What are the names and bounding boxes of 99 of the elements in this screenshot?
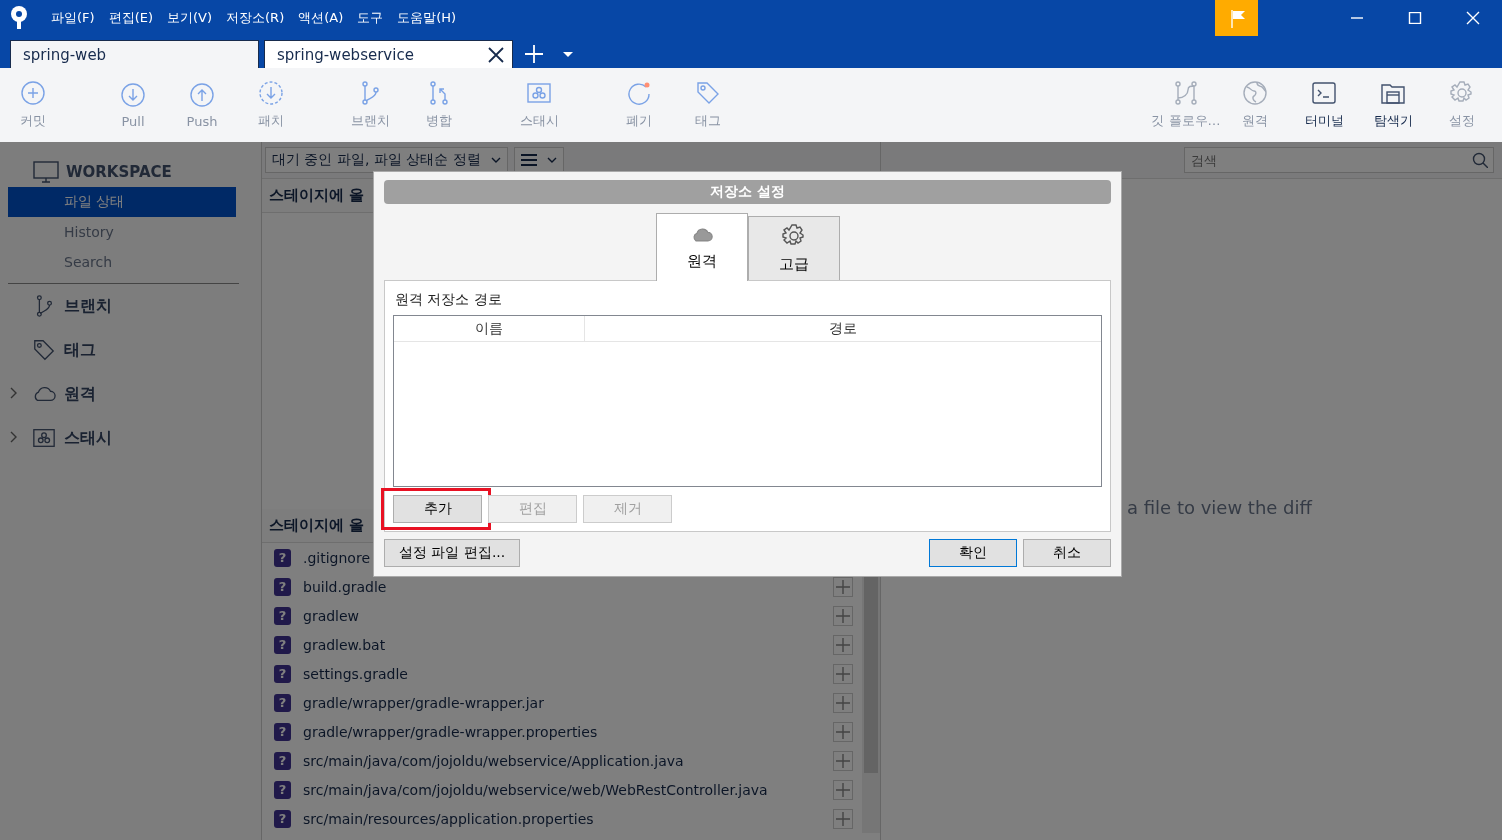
file-name[interactable]: build.gradle: [303, 578, 833, 595]
plus-icon: [836, 724, 850, 739]
plus-icon: [836, 579, 850, 594]
menu-item[interactable]: 도움말(H): [390, 9, 464, 27]
file-name[interactable]: settings.gradle: [303, 665, 833, 682]
search-field[interactable]: 검색: [1184, 147, 1494, 173]
sidebar-section[interactable]: 브랜치: [64, 295, 112, 317]
chevron-down-icon: [490, 157, 501, 163]
stage-button[interactable]: [833, 808, 853, 829]
repo-tab[interactable]: spring-web: [10, 40, 259, 68]
sort-dropdown[interactable]: 대기 중인 파일, 파일 상태순 정렬: [265, 147, 508, 173]
dialog-button[interactable]: 확인: [929, 539, 1017, 567]
toolbar-button[interactable]: 탐색기: [1360, 74, 1426, 136]
flag-button[interactable]: [1215, 0, 1258, 36]
plus-icon: [836, 637, 850, 652]
monitor-icon: [32, 159, 60, 185]
stage-button[interactable]: [833, 692, 853, 713]
status-badge: ?: [274, 780, 291, 799]
dashed-download-icon: [258, 80, 284, 106]
section-header: 스테이지에 올: [269, 186, 365, 205]
search-icon: [1472, 152, 1488, 168]
plus-icon: [836, 695, 850, 710]
plus-icon: [836, 811, 850, 826]
chevron-down-icon: [546, 157, 557, 163]
action-button[interactable]: 추가: [393, 495, 482, 523]
menu-item[interactable]: 도구: [350, 9, 391, 27]
sidebar-section[interactable]: 원격: [64, 383, 96, 405]
column-header[interactable]: 경로: [585, 316, 1101, 341]
menu-item[interactable]: 보기(V): [160, 9, 220, 27]
file-name[interactable]: src/main/java/com/jojoldu/webservice/Application.java: [303, 752, 833, 769]
status-badge: ?: [274, 809, 291, 828]
view-menu-dropdown[interactable]: [513, 147, 564, 173]
stage-button[interactable]: [833, 605, 853, 626]
dialog-tab[interactable]: 원격: [655, 213, 748, 281]
sidebar-item[interactable]: History: [8, 217, 236, 247]
app-logo-icon: [8, 5, 30, 31]
sidebar-item[interactable]: Search: [8, 247, 236, 277]
plus-icon: [836, 782, 850, 797]
sidebar-section[interactable]: 태그: [64, 339, 96, 361]
file-name[interactable]: gradlew.bat: [303, 636, 833, 653]
sidebar-section[interactable]: 스태시: [64, 427, 112, 449]
status-badge: ?: [274, 751, 291, 770]
file-name[interactable]: gradlew: [303, 607, 833, 624]
status-badge: ?: [274, 693, 291, 712]
plus-icon: [836, 666, 850, 681]
stage-button[interactable]: [833, 721, 853, 742]
stage-button[interactable]: [833, 750, 853, 771]
edit-config-button[interactable]: 설정 파일 편집...: [384, 539, 521, 567]
stage-button[interactable]: [833, 634, 853, 655]
menu-item[interactable]: 액션(A): [291, 9, 351, 27]
chevron-right-icon[interactable]: [10, 387, 18, 399]
plus-icon: [524, 44, 544, 64]
file-name[interactable]: src/main/resources/application.properties: [303, 810, 833, 827]
status-badge: ?: [274, 577, 291, 596]
file-name[interactable]: src/main/java/com/jojoldu/webservice/web/WebRestController.java: [303, 781, 833, 798]
dialog-tab[interactable]: 고급: [747, 216, 840, 280]
tab-close-button[interactable]: [488, 46, 504, 63]
status-badge: ?: [274, 548, 291, 567]
menu-icon: [520, 154, 537, 166]
column-header[interactable]: 이름: [394, 316, 585, 341]
dialog-button[interactable]: 취소: [1023, 539, 1111, 567]
stage-button[interactable]: [833, 779, 853, 800]
status-badge: ?: [274, 606, 291, 625]
stage-button[interactable]: [833, 663, 853, 684]
toolbar-button[interactable]: 터미널: [1291, 74, 1357, 136]
stage-button[interactable]: [833, 576, 853, 597]
plus-icon: [836, 753, 850, 768]
close-icon: [1466, 11, 1480, 25]
close-icon: [488, 46, 504, 63]
menu-item[interactable]: 편집(E): [101, 9, 160, 27]
status-badge: ?: [274, 722, 291, 741]
tag-icon: [32, 338, 56, 362]
stash-icon: [32, 426, 56, 450]
refresh-icon: [626, 80, 652, 106]
maximize-icon: [1408, 12, 1422, 24]
terminal-icon: [1311, 80, 1337, 106]
caret-down-icon: [563, 51, 573, 57]
tag-icon: [695, 80, 721, 106]
git-flow-icon: [1173, 80, 1199, 106]
sidebar-item[interactable]: 파일 상태: [8, 187, 236, 217]
section-label: 원격 저장소 경로: [395, 291, 503, 309]
dialog-title: 저장소 설정: [384, 180, 1111, 204]
status-badge: ?: [274, 664, 291, 683]
diff-hint: a file to view the diff: [1127, 497, 1312, 518]
upload-icon: [189, 81, 215, 108]
chevron-right-icon[interactable]: [10, 431, 18, 443]
stash-icon: [526, 80, 552, 106]
section-header: 스테이지에 올: [269, 516, 365, 535]
menu-item[interactable]: 저장소(R): [219, 9, 292, 27]
repo-tab[interactable]: spring-webservice: [264, 40, 513, 68]
globe-icon: [1242, 80, 1268, 106]
plus-circle-icon: [20, 80, 46, 106]
plus-icon: [836, 608, 850, 623]
menu-item[interactable]: 파일(F): [44, 9, 102, 27]
download-icon: [120, 81, 146, 108]
workspace-heading: WORKSPACE: [66, 163, 172, 181]
file-name[interactable]: gradle/wrapper/gradle-wrapper.properties: [303, 723, 833, 740]
status-badge: ?: [274, 635, 291, 654]
file-name[interactable]: gradle/wrapper/gradle-wrapper.jar: [303, 694, 833, 711]
